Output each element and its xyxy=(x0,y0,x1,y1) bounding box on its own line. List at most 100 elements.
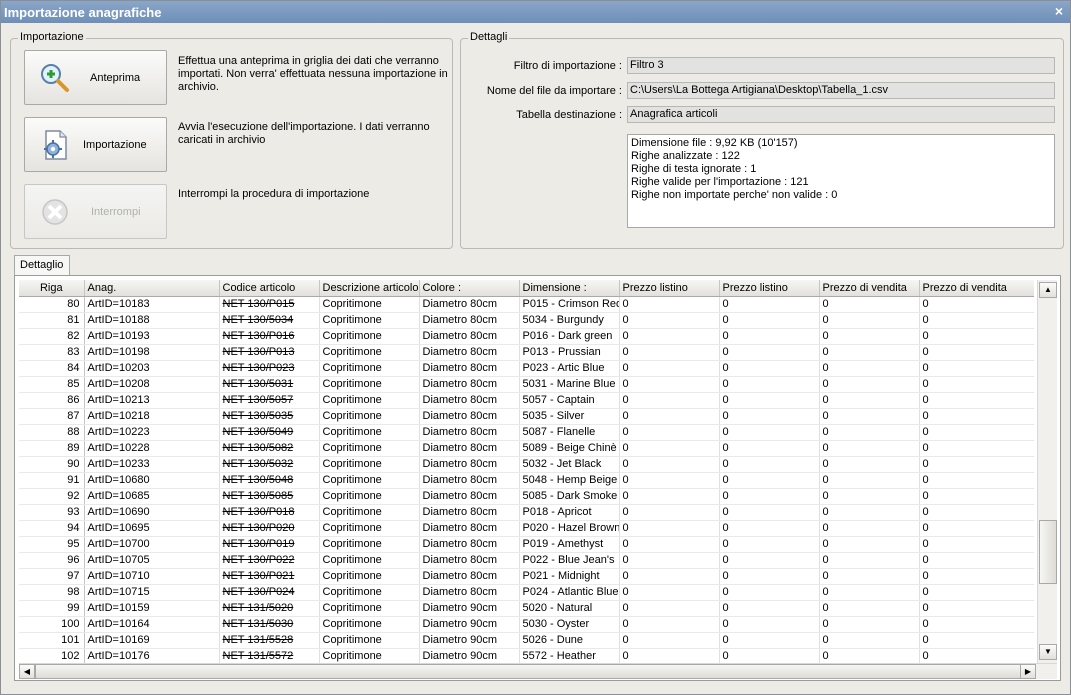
table-cell: 0 xyxy=(719,376,820,393)
tab-dettaglio[interactable]: Dettaglio xyxy=(14,255,70,276)
table-row[interactable]: 99 ArtID=10159 NET 131/5020 Copritimone Diam… xyxy=(19,600,1034,617)
table-row[interactable]: 100 ArtID=10164 NET 131/5030 Copritimone Dia… xyxy=(19,616,1034,633)
table-cell: 0 xyxy=(819,296,920,313)
column-header[interactable]: Descrizione articolo xyxy=(319,280,420,297)
scroll-up-icon[interactable]: ▲ xyxy=(1039,282,1057,298)
window-title: Importazione anagrafiche xyxy=(4,5,162,20)
scroll-down-icon[interactable]: ▼ xyxy=(1039,644,1057,660)
table-cell: ArtID=10159 xyxy=(84,600,220,617)
table-row[interactable]: 91 ArtID=10680 NET 130/5048 Copritimone Diam… xyxy=(19,472,1034,489)
window-titlebar[interactable]: Importazione anagrafiche × xyxy=(1,1,1070,23)
table-cell: Copritimone xyxy=(319,488,420,505)
preview-button[interactable]: Anteprima xyxy=(24,50,167,105)
column-header[interactable]: Riga xyxy=(19,280,85,297)
column-header[interactable]: Prezzo listino xyxy=(619,280,720,297)
table-cell: 0 xyxy=(819,360,920,377)
table-row[interactable]: 95 ArtID=10700 NET 130/P019 Copritimone Diam… xyxy=(19,536,1034,553)
table-row[interactable]: 93 ArtID=10690 NET 130/P018 Copritimone Diam… xyxy=(19,504,1034,521)
table-cell: 0 xyxy=(919,648,1034,663)
import-button[interactable]: Importazione xyxy=(24,117,167,172)
table-cell: 0 xyxy=(919,296,1034,313)
table-row[interactable]: 94 ArtID=10695 NET 130/P020 Copritimone Diam… xyxy=(19,520,1034,537)
column-header[interactable]: Anag. xyxy=(84,280,220,297)
table-row[interactable]: 82 ArtID=10193 NET 130/P016 Copritimone Diam… xyxy=(19,328,1034,345)
table-cell: 0 xyxy=(919,504,1034,521)
table-row[interactable]: 90 ArtID=10233 NET 130/5032 Copritimone Diam… xyxy=(19,456,1034,473)
table-cell: ArtID=10233 xyxy=(84,456,220,473)
table-cell: NET 130/P023 xyxy=(219,360,320,377)
table-cell: 0 xyxy=(819,584,920,601)
column-header[interactable]: Prezzo listino xyxy=(719,280,820,297)
table-cell: Diametro 80cm xyxy=(419,504,520,521)
vertical-scroll-thumb[interactable] xyxy=(1039,520,1057,584)
file-field: C:\Users\La Bottega Artigiana\Desktop\Ta… xyxy=(627,82,1055,99)
table-cell: Copritimone xyxy=(319,392,420,409)
table-cell: 0 xyxy=(719,472,820,489)
table-cell: 0 xyxy=(819,408,920,425)
column-header[interactable]: Dimensione : xyxy=(519,280,620,297)
table-cell: Diametro 90cm xyxy=(419,648,520,663)
table-cell: 0 xyxy=(919,392,1034,409)
horizontal-scrollbar[interactable]: ◀ ▶ xyxy=(19,663,1057,679)
table-row[interactable]: 85 ArtID=10208 NET 130/5031 Copritimone Diam… xyxy=(19,376,1034,393)
table-cell: 0 xyxy=(819,472,920,489)
table-cell: 0 xyxy=(619,552,720,569)
magnifier-plus-icon xyxy=(41,64,69,92)
close-icon[interactable]: × xyxy=(1055,3,1063,19)
table-row[interactable]: 101 ArtID=10169 NET 131/5528 Copritimone Dia… xyxy=(19,632,1034,649)
table-row[interactable]: 83 ArtID=10198 NET 130/P013 Copritimone Diam… xyxy=(19,344,1034,361)
table-cell: Copritimone xyxy=(319,472,420,489)
table-cell: 5030 - Oyster xyxy=(519,616,620,633)
table-cell: NET 131/5030 xyxy=(219,616,320,633)
vertical-scrollbar[interactable]: ▲ ▼ xyxy=(1037,280,1057,663)
row-number-cell: 101 xyxy=(19,632,85,649)
data-table: Riga Anag. Codice articolo Descrizione arti… xyxy=(19,280,1034,663)
table-cell: NET 130/P016 xyxy=(219,328,320,345)
table-row[interactable]: 80 ArtID=10183 NET 130/P015 Copritimone Diam… xyxy=(19,296,1034,313)
horizontal-scroll-thumb[interactable] xyxy=(35,664,1035,679)
table-cell: NET 131/5020 xyxy=(219,600,320,617)
table-cell: Diametro 80cm xyxy=(419,472,520,489)
column-header[interactable]: Prezzo di vendita xyxy=(919,280,1034,297)
table-row[interactable]: 84 ArtID=10203 NET 130/P023 Copritimone Diam… xyxy=(19,360,1034,377)
import-group-legend: Importazione xyxy=(18,31,86,43)
table-row[interactable]: 97 ArtID=10710 NET 130/P021 Copritimone Diam… xyxy=(19,568,1034,585)
table-cell: 0 xyxy=(719,488,820,505)
table-cell: ArtID=10169 xyxy=(84,632,220,649)
grid-header-row: Riga Anag. Codice articolo Descrizione arti… xyxy=(19,280,1034,297)
table-cell: 0 xyxy=(719,520,820,537)
table-cell: Copritimone xyxy=(319,296,420,313)
table-cell: P023 - Artic Blue xyxy=(519,360,620,377)
table-cell: 0 xyxy=(819,488,920,505)
table-cell: 0 xyxy=(919,552,1034,569)
table-cell: Diametro 80cm xyxy=(419,392,520,409)
table-row[interactable]: 86 ArtID=10213 NET 130/5057 Copritimone Diam… xyxy=(19,392,1034,409)
table-cell: 0 xyxy=(619,488,720,505)
table-cell: ArtID=10705 xyxy=(84,552,220,569)
summary-line: Righe analizzate : 122 xyxy=(631,150,740,162)
table-row[interactable]: 102 ArtID=10176 NET 131/5572 Copritimone Dia… xyxy=(19,648,1034,663)
stop-button[interactable]: Interrompi xyxy=(24,184,167,239)
table-row[interactable]: 96 ArtID=10705 NET 130/P022 Copritimone Diam… xyxy=(19,552,1034,569)
row-number-cell: 86 xyxy=(19,392,85,409)
table-row[interactable]: 81 ArtID=10188 NET 130/5034 Copritimone Diam… xyxy=(19,312,1034,329)
column-header[interactable]: Codice articolo xyxy=(219,280,320,297)
table-row[interactable]: 92 ArtID=10685 NET 130/5085 Copritimone Diam… xyxy=(19,488,1034,505)
row-number-cell: 96 xyxy=(19,552,85,569)
table-cell: 0 xyxy=(619,648,720,663)
column-header[interactable]: Colore : xyxy=(419,280,520,297)
scroll-left-icon[interactable]: ◀ xyxy=(19,664,35,679)
table-row[interactable]: 98 ArtID=10715 NET 130/P024 Copritimone Diam… xyxy=(19,584,1034,601)
table-row[interactable]: 88 ArtID=10223 NET 130/5049 Copritimone Diam… xyxy=(19,424,1034,441)
table-cell: 0 xyxy=(719,648,820,663)
scroll-right-icon[interactable]: ▶ xyxy=(1020,664,1036,679)
table-cell: Diametro 80cm xyxy=(419,552,520,569)
table-cell: Diametro 80cm xyxy=(419,440,520,457)
table-cell: 0 xyxy=(719,632,820,649)
summary-line: Righe non importate perche' non valide :… xyxy=(631,189,838,201)
table-row[interactable]: 87 ArtID=10218 NET 130/5035 Copritimone Diam… xyxy=(19,408,1034,425)
table-cell: 0 xyxy=(919,456,1034,473)
table-cell: Diametro 90cm xyxy=(419,632,520,649)
table-row[interactable]: 89 ArtID=10228 NET 130/5082 Copritimone Diam… xyxy=(19,440,1034,457)
column-header[interactable]: Prezzo di vendita xyxy=(819,280,920,297)
